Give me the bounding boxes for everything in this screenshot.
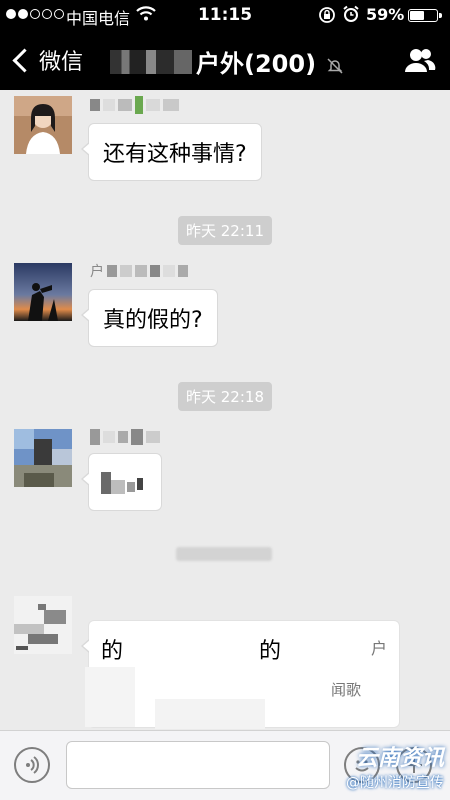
mute-bell-icon (326, 53, 344, 74)
timestamp: 昨天 22:11 (0, 216, 450, 245)
message-text: 还有这种事情? (103, 142, 247, 167)
signal-strength-icon (6, 9, 64, 19)
voice-input-button[interactable] (14, 747, 50, 783)
message-text: 真的假的? (103, 308, 203, 333)
watermark-handle: @随州消防宣传 (346, 775, 444, 791)
avatar[interactable] (14, 263, 72, 321)
avatar[interactable] (14, 429, 72, 487)
message-bubble[interactable] (81, 453, 162, 511)
sender-name-redacted (90, 96, 179, 114)
back-button[interactable]: 微信 (10, 44, 83, 76)
nav-bar: 微信 户外(200) (0, 30, 450, 90)
sender-name-redacted: 户 (90, 264, 188, 280)
voice-icon (26, 756, 39, 774)
input-bar: 云南资讯 @随州消防宣传 (0, 730, 450, 800)
wifi-icon (136, 5, 156, 25)
watermark: 云南资讯 @随州消防宣传 (346, 740, 444, 792)
battery-percent: 59% (366, 5, 405, 24)
redacted-block (137, 635, 237, 659)
timestamp-label: 昨天 22:11 (178, 216, 272, 245)
alarm-icon (342, 5, 360, 27)
redacted-timestamp (176, 547, 272, 561)
battery-icon (408, 9, 442, 22)
chevron-left-icon (12, 47, 37, 73)
timestamp-label: 昨天 22:18 (178, 382, 272, 411)
carrier-label: 中国电信 (66, 9, 131, 28)
message-bubble[interactable]: 的 的 户 闻歌 (81, 620, 400, 729)
redacted-block (155, 699, 265, 729)
group-members-icon[interactable] (402, 46, 436, 74)
chat-title-text: 户外(200) (196, 50, 317, 78)
message-text-fragment: 的 (101, 639, 124, 664)
avatar[interactable] (14, 96, 72, 154)
message-bubble[interactable]: 还有这种事情? (81, 123, 262, 181)
message-text-fragment: 户 (371, 639, 388, 658)
chat-area[interactable]: 还有这种事情? 昨天 22:11 户 真的假的? 昨天 22:18 的 的 户 … (0, 90, 450, 730)
watermark-logo: 云南资讯 (355, 746, 444, 771)
rotation-lock-icon (318, 6, 336, 28)
back-label: 微信 (39, 50, 84, 75)
chat-title: 户外(200) (110, 44, 344, 79)
timestamp: 昨天 22:18 (0, 382, 450, 411)
status-bar: 中国电信 11:15 59% (0, 0, 450, 30)
message-text-fragment: 闻歌 (331, 681, 362, 699)
redacted-block (85, 667, 135, 727)
message-input[interactable] (66, 741, 330, 789)
redacted-content (101, 472, 143, 494)
avatar[interactable] (14, 596, 72, 654)
redacted-title-part (110, 49, 192, 74)
sender-name-redacted (90, 429, 160, 445)
message-bubble[interactable]: 真的假的? (81, 289, 218, 347)
message-text-fragment: 的 (259, 639, 282, 664)
